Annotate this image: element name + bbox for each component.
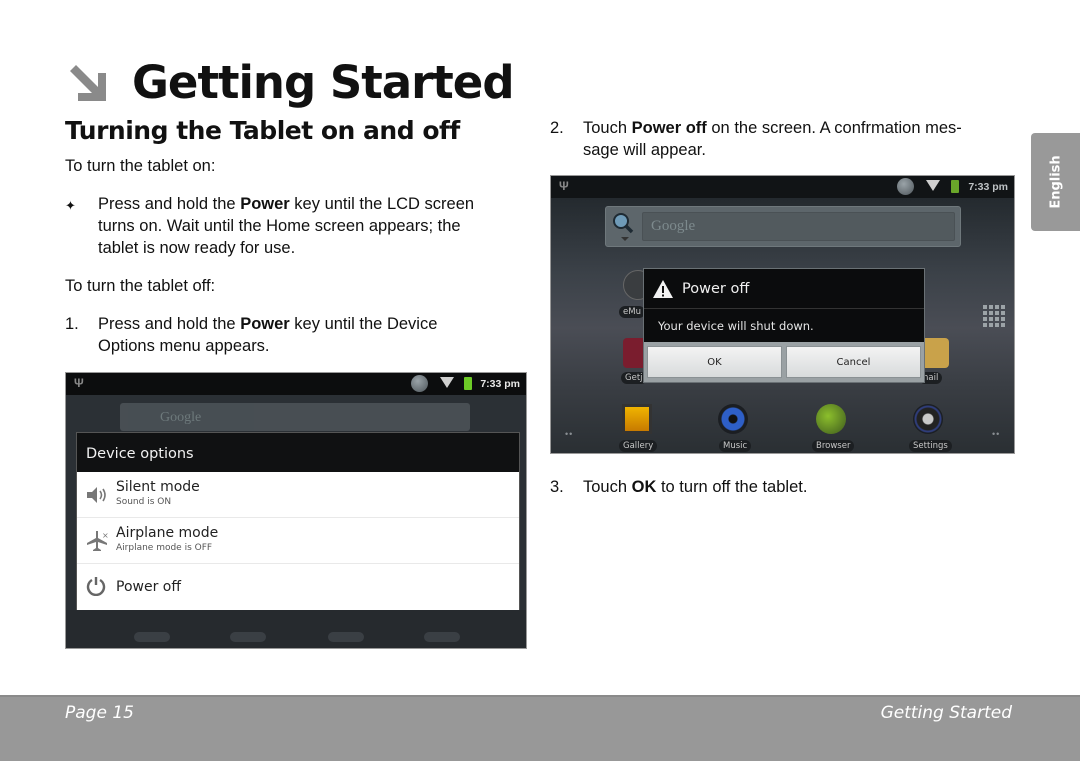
warning-icon [652,279,674,299]
chapter-title: Getting Started [66,56,515,109]
sync-icon [411,375,428,392]
option-title: Silent mode [116,479,200,495]
dialog-buttons: OK Cancel [644,342,924,382]
bold-run: OK [631,478,657,496]
arrow-down-right-icon [66,61,110,105]
cancel-button[interactable]: Cancel [786,346,921,378]
music-icon[interactable] [718,404,748,434]
dock-label: Settings [909,440,952,452]
bold-run: Power [240,315,290,333]
option-power-off[interactable]: Power off [77,564,519,610]
footer-section: Getting Started [880,703,1012,723]
option-subtitle: Sound is ON [116,497,172,507]
search-placeholder: Google [160,410,202,425]
search-input[interactable]: Google [642,212,955,241]
page-indicator-right: •• [992,429,1001,439]
status-time: 7:33 pm [968,181,1008,193]
wifi-icon [926,180,940,191]
page-number: Page 15 [65,703,134,723]
option-silent-mode[interactable]: Silent mode Sound is ON [77,472,519,518]
step-number: 3. [550,478,564,496]
device-options-screenshot: Ψ 7:33 pm Google Device options Silent m… [65,372,527,649]
text-run: Touch [583,119,632,137]
dock-blurred [66,610,526,648]
search-icon [612,212,634,234]
svg-text:×: × [102,531,109,540]
language-tab[interactable]: English [1031,133,1080,231]
text-run: Press and hold the [98,315,241,333]
text-run: Options menu appears. [98,337,270,355]
intro-on-text: To turn the tablet on: [65,157,216,175]
bullet-marker: ✦ [65,198,76,213]
section-title: Turning the Tablet on and off [65,116,460,145]
text-run: sage will appear. [583,141,706,159]
step-text: Touch Power off on the screen. A confrma… [583,117,962,161]
wifi-icon [440,377,454,388]
settings-icon[interactable] [913,404,943,434]
usb-icon: Ψ [559,179,569,193]
app-drawer-icon[interactable] [983,305,1005,327]
text-run: tablet is now ready for use. [98,239,296,257]
status-bar: Ψ 7:33 pm [551,176,1014,198]
step-1: 1. Press and hold the Power key until th… [65,313,525,357]
dialog-title: Device options [77,433,519,472]
battery-icon [951,180,959,193]
text-run: turns on. Wait until the Home screen app… [98,217,461,235]
page-footer: Page 15 Getting Started [0,695,1080,761]
google-search-widget[interactable]: Google [605,206,961,247]
chevron-down-icon [621,237,629,241]
step-2: 2. Touch Power off on the screen. A conf… [550,117,1020,161]
chapter-title-text: Getting Started [132,56,515,109]
gallery-icon[interactable] [622,404,652,434]
text-run: Press and hold the [98,195,241,213]
bullet-text: Press and hold the Power key until the L… [98,193,474,259]
status-time: 7:33 pm [480,378,520,390]
page-indicator-left: •• [565,429,574,439]
option-airplane-mode[interactable]: × Airplane mode Airplane mode is OFF [77,518,519,564]
dialog-message: Your device will shut down. [658,319,814,333]
usb-icon: Ψ [74,376,84,390]
step-number: 2. [550,119,564,137]
speaker-icon [86,486,108,504]
bold-run: Power [240,195,290,213]
dialog-title: Power off [682,281,750,297]
status-bar: Ψ 7:33 pm [66,373,526,395]
option-title: Power off [116,579,181,595]
text-run: key until the LCD screen [289,195,475,213]
intro-off-text: To turn the tablet off: [65,277,216,295]
bullet-power-on: ✦ Press and hold the Power key until the… [65,193,525,259]
power-icon [86,576,108,597]
search-widget-blurred: Google [120,403,470,431]
step-3: 3. Touch OK to turn off the tablet. [550,476,1020,498]
ok-button[interactable]: OK [647,346,782,378]
language-label: English [1048,155,1063,209]
search-placeholder: Google [651,218,696,234]
dock-label: Music [719,440,752,452]
text-run: on the screen. A confrmation mes- [706,119,962,137]
step-text: Press and hold the Power key until the D… [98,313,437,357]
battery-icon [464,377,472,390]
step-number: 1. [65,315,79,333]
option-title: Airplane mode [116,525,219,541]
dock-label: Browser [812,440,855,452]
browser-icon[interactable] [816,404,846,434]
step-text: Touch OK to turn off the tablet. [583,476,807,498]
option-subtitle: Airplane mode is OFF [116,543,213,553]
device-options-dialog: Device options Silent mode Sound is ON ×… [76,432,520,612]
power-off-dialog: Power off Your device will shut down. OK… [643,268,925,383]
dock-label: Gallery [619,440,658,452]
text-run: to turn off the tablet. [656,478,808,496]
text-run: key until the Device [289,315,438,333]
sync-icon [897,178,914,195]
airplane-icon: × [86,530,109,551]
app-label: eMu [619,306,645,318]
text-run: Touch [583,478,632,496]
dialog-header: Power off [644,269,924,309]
power-off-screenshot: Ψ 7:33 pm Google eMu Getj nail Power off… [550,175,1015,454]
bold-run: Power off [631,119,707,137]
